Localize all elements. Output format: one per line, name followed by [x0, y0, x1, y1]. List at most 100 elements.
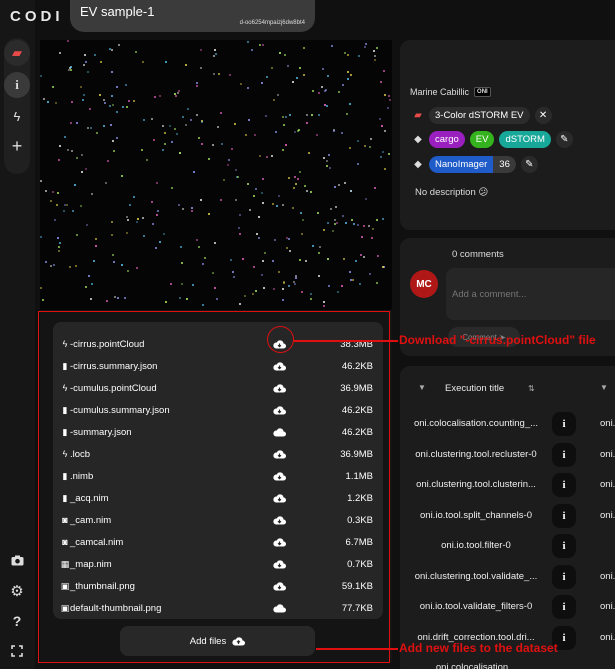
execution-row[interactable]: oni.colocalisation.counting_... i oni.colo: [400, 410, 615, 440]
cloud-download-icon[interactable]: [273, 472, 286, 481]
localization-dot: [232, 275, 235, 278]
cloud-download-icon[interactable]: [273, 384, 286, 393]
localization-dot: [302, 74, 305, 77]
localization-dot: [350, 74, 353, 77]
rail-camera-button[interactable]: [4, 547, 30, 573]
localization-dot: [342, 83, 345, 86]
localization-dot: [248, 208, 251, 211]
localization-dot: [318, 114, 321, 117]
edit-tags-icon[interactable]: ✎: [555, 131, 573, 148]
localization-dot: [358, 54, 361, 57]
cloud-download-icon[interactable]: [273, 582, 286, 591]
codi-app: CODI ▰ i ϟ + ⚙ ? EV sample-1 d-oo6254mpa…: [0, 0, 615, 669]
file-name: _acq.nim: [70, 493, 109, 504]
project-tag[interactable]: 3-Color dSTORM EV: [429, 107, 530, 124]
cloud-download-icon[interactable]: [273, 516, 286, 525]
edit-instrument-icon[interactable]: ✎: [520, 156, 538, 173]
execution-row[interactable]: oni.io.tool.split_channels-0 i oni.i: [400, 502, 615, 532]
localization-dot: [387, 95, 390, 98]
tag-ev[interactable]: EV: [469, 131, 495, 148]
tag-dstorm[interactable]: dSTORM: [499, 131, 551, 148]
add-files-button[interactable]: Add files: [120, 626, 315, 656]
instrument-tag-group[interactable]: NanoImager 36: [429, 156, 516, 173]
file-row: ▮ -summary.json 46.2KB: [53, 422, 383, 444]
fullscreen-icon: [11, 645, 23, 657]
localization-dot: [70, 68, 73, 71]
cloud-download-icon[interactable]: [273, 538, 286, 547]
localization-dot: [58, 246, 61, 249]
execution-row[interactable]: oni.clustering.tool.clusterin... i oni.clu…: [400, 471, 615, 501]
localization-dot: [196, 113, 199, 116]
localization-dot: [186, 107, 189, 110]
info-icon[interactable]: i: [552, 442, 576, 467]
localization-dot: [319, 246, 321, 249]
localization-dot: [192, 283, 195, 286]
localization-dot: [164, 143, 167, 146]
file-name: _map.nim: [70, 559, 112, 570]
rail-fullscreen-button[interactable]: [4, 638, 30, 664]
localization-dot: [169, 124, 172, 127]
info-icon[interactable]: i: [552, 595, 576, 619]
execution-row[interactable]: oni.clustering.tool.validate_... i oni.clu: [400, 563, 615, 593]
info-icon[interactable]: i: [552, 503, 576, 528]
cloud-download-icon[interactable]: [273, 450, 286, 459]
tag-cargo[interactable]: cargo: [429, 131, 465, 148]
localization-dot: [322, 157, 325, 160]
localization-dot: [103, 102, 106, 105]
rail-add-button[interactable]: +: [4, 133, 30, 159]
localization-dot: [201, 263, 204, 266]
download-annotation: Download "-cirrus.pointCloud" file: [399, 333, 596, 347]
localization-dot: [80, 154, 83, 157]
info-icon[interactable]: i: [552, 412, 576, 436]
project-row: ▰ 3-Color dSTORM EV ✕: [412, 107, 552, 124]
info-icon[interactable]: i: [552, 534, 576, 558]
rail-info-button[interactable]: i: [4, 72, 30, 98]
localization-dot: [199, 198, 202, 201]
filter-icon[interactable]: ▼: [600, 383, 608, 392]
dataset-header: EV sample-1 d-oo6254mpaizj6dw8bt4: [70, 0, 315, 32]
rail-executions-button[interactable]: ϟ: [4, 103, 30, 129]
cloud-download-icon[interactable]: [273, 362, 286, 371]
execution-row[interactable]: oni.colocalisation...: [400, 654, 615, 669]
file-size: 59.1KB: [341, 581, 373, 592]
localization-dot: [178, 151, 181, 154]
execution-title-header[interactable]: Execution title: [445, 383, 504, 394]
sort-icon[interactable]: ⇅: [528, 384, 535, 393]
file-type-icon: ▣: [60, 603, 70, 613]
localization-dot: [216, 125, 219, 128]
localization-dot: [281, 116, 284, 119]
localization-dot: [57, 249, 60, 252]
localization-dot: [143, 119, 146, 122]
info-icon[interactable]: i: [552, 473, 576, 497]
cloud-download-icon[interactable]: [273, 494, 286, 503]
image-viewport[interactable]: [40, 40, 392, 310]
cloud-icon[interactable]: [273, 428, 286, 437]
localization-dot: [328, 285, 330, 288]
localization-dot: [351, 278, 354, 281]
localization-dot: [252, 194, 255, 197]
cloud-download-icon[interactable]: [273, 560, 286, 569]
execution-row[interactable]: oni.io.tool.filter-0 i: [400, 532, 615, 562]
cloud-download-icon[interactable]: [273, 406, 286, 415]
localization-dot: [337, 290, 340, 293]
file-type-icon: ▣: [60, 581, 70, 591]
localization-dot: [133, 99, 136, 102]
comment-input[interactable]: [446, 268, 615, 320]
execution-row[interactable]: oni.io.tool.validate_filters-0 i oni.i: [400, 593, 615, 623]
filter-icon[interactable]: ▼: [418, 383, 426, 392]
localization-dot: [264, 252, 267, 255]
localization-dot: [203, 256, 206, 259]
close-icon[interactable]: ✕: [534, 107, 552, 124]
execution-row[interactable]: oni.clustering.tool.recluster-0 i oni.clus: [400, 441, 615, 471]
rail-help-button[interactable]: ?: [4, 608, 30, 634]
files-list: ϟ -cirrus.pointCloud 38.3MB ▮ -cirrus.summar…: [53, 322, 383, 619]
rail-dataset-button[interactable]: ▰: [4, 40, 30, 66]
rail-settings-button[interactable]: ⚙: [4, 578, 30, 604]
localization-dot: [354, 260, 357, 263]
localization-dot: [40, 75, 43, 78]
execution-title: oni.io.tool.filter-0: [441, 540, 511, 551]
execution-title: oni.colocalisation.counting_...: [413, 418, 539, 429]
cloud-icon[interactable]: [273, 604, 286, 613]
info-icon[interactable]: i: [552, 564, 576, 589]
localization-dot: [307, 152, 310, 155]
